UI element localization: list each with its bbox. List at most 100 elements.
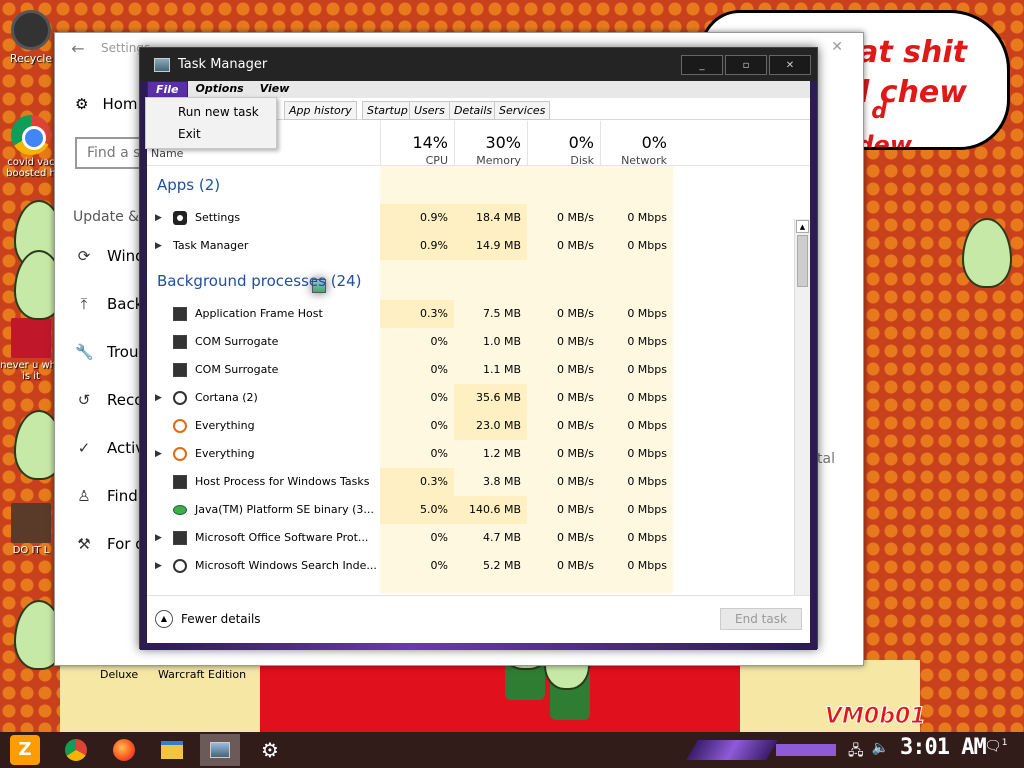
backup-icon: ⤒ (80, 295, 88, 313)
vertical-scrollbar[interactable]: ▲ ▼ (794, 219, 810, 626)
taskbar-decoration (686, 740, 778, 760)
column-cpu[interactable]: 14% CPU (380, 121, 454, 167)
minimize-button[interactable]: _ (681, 55, 723, 75)
settings-nav-recovery[interactable]: ↺ Reco (75, 391, 144, 409)
cpu-cell: 5.0% (380, 496, 454, 524)
expand-arrow-icon[interactable]: ▶ (155, 440, 162, 468)
cpu-cell: 0.9% (380, 232, 454, 260)
desktop-icon-label: covid vac boosted h (6, 157, 56, 179)
recovery-icon: ↺ (77, 391, 91, 409)
desktop-icon-doit[interactable]: DO IT L (0, 503, 62, 556)
settings-nav-find-device[interactable]: ♙ Find (75, 487, 137, 505)
column-disk[interactable]: 0% Disk (527, 121, 600, 167)
taskbar: Z ⚙ 🖧 🔈 3:01 AM 🗨1 (0, 732, 1024, 768)
table-row[interactable]: Java(TM) Platform SE binary (3... 5.0% 1… (147, 496, 796, 524)
menu-options[interactable]: Options (188, 81, 252, 98)
menu-view[interactable]: View (252, 81, 298, 98)
end-task-button[interactable]: End task (720, 608, 802, 630)
expand-arrow-icon[interactable]: ▶ (155, 232, 162, 260)
table-row[interactable]: ▶ Everything 0% 1.2 MB 0 MB/s 0 Mbps (147, 440, 796, 468)
table-row[interactable]: COM Surrogate 0% 1.0 MB 0 MB/s 0 Mbps (147, 328, 796, 356)
task-manager-body: File Options View App history Startup Us… (147, 81, 810, 643)
back-arrow-icon[interactable]: ← (55, 39, 101, 58)
taskmanager-icon (210, 742, 230, 758)
disk-total: 0% (568, 133, 594, 152)
column-memory[interactable]: 30% Memory (454, 121, 527, 167)
taskbar-chrome[interactable] (56, 734, 96, 766)
network-icon[interactable]: 🖧 (848, 740, 864, 764)
cpu-cell: 0.9% (380, 204, 454, 232)
network-total: 0% (641, 133, 667, 152)
cpu-cell: 0% (430, 363, 448, 376)
task-manager-titlebar[interactable]: Task Manager _ ▫ ✕ (140, 48, 817, 81)
memory-cell: 1.1 MB (482, 363, 521, 376)
table-row[interactable]: ▶ Microsoft Windows Search Inde... 0% 5.… (147, 552, 796, 580)
notification-icon[interactable]: 🗨1 (984, 738, 1008, 755)
process-name-text: Settings (195, 211, 241, 224)
watermark: VM0b01 (825, 704, 927, 730)
tab-users[interactable]: Users (409, 101, 450, 120)
network-cell: 0 Mbps (627, 419, 667, 432)
settings-nav-developers[interactable]: ⚒ For d (75, 535, 144, 553)
close-icon[interactable]: ✕ (831, 39, 843, 55)
tab-startup[interactable]: Startup (362, 101, 413, 120)
settings-nav-activation[interactable]: ✓ Activ (75, 439, 144, 457)
process-name: Everything (173, 412, 255, 440)
start-button[interactable]: Z (10, 735, 40, 765)
group-apps[interactable]: Apps (2) (157, 176, 220, 194)
scroll-thumb[interactable] (797, 235, 808, 287)
settings-nav-troubleshoot[interactable]: 🔧 Troub (75, 343, 148, 361)
volume-icon[interactable]: 🔈 (872, 740, 889, 764)
process-name: Task Manager (173, 232, 326, 293)
fewer-details-button[interactable]: ▲ Fewer details (155, 610, 261, 628)
process-name-text: Application Frame Host (195, 307, 323, 320)
taskbar-task-manager[interactable] (200, 734, 240, 766)
desktop-icon-never[interactable]: never u why is it (0, 318, 62, 382)
expand-arrow-icon[interactable]: ▶ (155, 204, 162, 232)
menu-item-run-new-task[interactable]: Run new task (178, 105, 259, 119)
expand-arrow-icon[interactable]: ▶ (155, 384, 162, 412)
maximize-button[interactable]: ▫ (725, 55, 767, 75)
expand-arrow-icon[interactable]: ▶ (155, 552, 162, 580)
settings-nav-windows-update[interactable]: ⟳ Wind (75, 247, 145, 265)
group-background-processes[interactable]: Background processes (24) (157, 272, 362, 290)
disk-cell: 0 MB/s (557, 531, 594, 544)
table-row[interactable]: Host Process for Windows Tasks 0.3% 3.8 … (147, 468, 796, 496)
speech-line: d (871, 99, 887, 124)
memory-cell: 5.2 MB (482, 559, 521, 572)
menu-file[interactable]: File (147, 81, 188, 98)
cpu-cell: 0% (430, 559, 448, 572)
clock[interactable]: 3:01 AM (900, 735, 987, 760)
close-button[interactable]: ✕ (769, 55, 811, 75)
table-row[interactable]: ▶ Settings 0.9% 18.4 MB 0 MB/s 0 Mbps (147, 204, 796, 232)
taskbar-settings[interactable]: ⚙ (250, 734, 290, 766)
scroll-up-icon[interactable]: ▲ (796, 220, 809, 233)
tab-app-history[interactable]: App history (284, 101, 357, 120)
table-row[interactable]: ▶ Task Manager 0.9% 14.9 MB 0 MB/s 0 Mbp… (147, 232, 796, 293)
tab-details[interactable]: Details (449, 101, 498, 120)
table-row[interactable]: ▶ Cortana (2) 0% 35.6 MB 0 MB/s 0 Mbps (147, 384, 796, 412)
disk-cell: 0 MB/s (557, 447, 594, 460)
disk-cell: 0 MB/s (557, 391, 594, 404)
process-list[interactable]: Apps (2) ▶ Settings 0.9% 18.4 MB 0 MB/s … (147, 166, 796, 593)
menu-item-exit[interactable]: Exit (178, 127, 201, 141)
settings-nav-backup[interactable]: ⤒ Back (75, 295, 144, 313)
desktop-icon-recycle[interactable]: Recycle (0, 10, 62, 65)
settings-home[interactable]: ⚙ Hom (75, 95, 138, 113)
process-name-text: COM Surrogate (195, 363, 279, 376)
search-indexer-icon (173, 559, 187, 573)
taskbar-explorer[interactable] (152, 734, 192, 766)
table-row[interactable]: COM Surrogate 0% 1.1 MB 0 MB/s 0 Mbps (147, 356, 796, 384)
network-cell: 0 Mbps (627, 559, 667, 572)
taskbar-firefox[interactable] (104, 734, 144, 766)
table-row[interactable]: Application Frame Host 0.3% 7.5 MB 0 MB/… (147, 300, 796, 328)
table-row[interactable]: ▶ Microsoft Office Software Prot... 0% 4… (147, 524, 796, 552)
expand-arrow-icon[interactable]: ▶ (155, 524, 162, 552)
tab-services[interactable]: Services (494, 101, 551, 120)
network-cell: 0 Mbps (627, 239, 667, 252)
column-network[interactable]: 0% Network (600, 121, 673, 167)
desktop-icon-covid[interactable]: covid vac boosted h (0, 115, 62, 179)
cpu-cell: 0% (430, 531, 448, 544)
taskbar-decoration (776, 744, 836, 756)
table-row[interactable]: Everything 0% 23.0 MB 0 MB/s 0 Mbps (147, 412, 796, 440)
